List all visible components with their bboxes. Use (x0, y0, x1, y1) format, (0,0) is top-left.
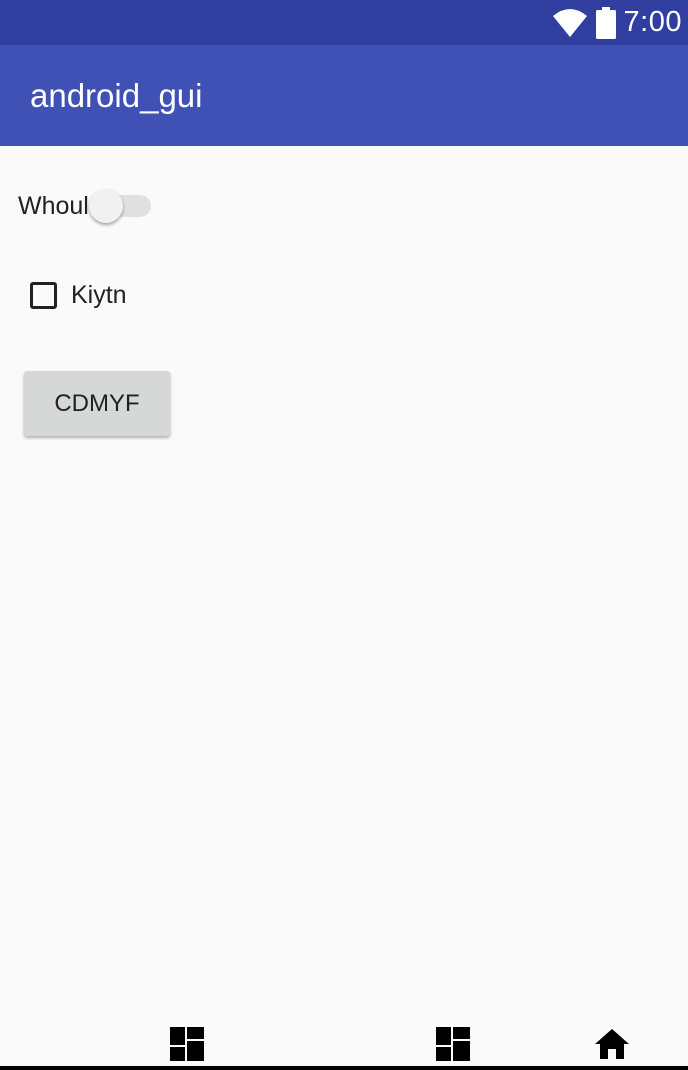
battery-icon (595, 6, 616, 39)
wifi-icon (552, 8, 587, 37)
nav-divider (0, 1066, 688, 1070)
status-bar: 7:00 (0, 0, 688, 45)
checkbox[interactable] (30, 281, 57, 309)
app-bar: android_gui (0, 45, 688, 146)
checkbox-row[interactable]: Kiytn (30, 276, 127, 314)
dashboard-icon[interactable] (170, 1027, 204, 1061)
switch-label: Whoul (18, 191, 89, 220)
switch-thumb[interactable] (88, 189, 123, 223)
checkbox-label: Kiytn (71, 280, 127, 309)
status-icons: 7:00 (552, 0, 682, 45)
home-icon[interactable] (594, 1027, 630, 1061)
app-title: android_gui (30, 77, 203, 114)
status-time: 7:00 (623, 6, 682, 38)
nav-bar (0, 1015, 688, 1070)
dashboard-icon[interactable] (436, 1027, 470, 1061)
toggle-switch[interactable] (87, 184, 153, 228)
switch-row[interactable]: Whoul (18, 184, 153, 228)
cdmyf-button[interactable]: CDMYF (24, 371, 170, 436)
